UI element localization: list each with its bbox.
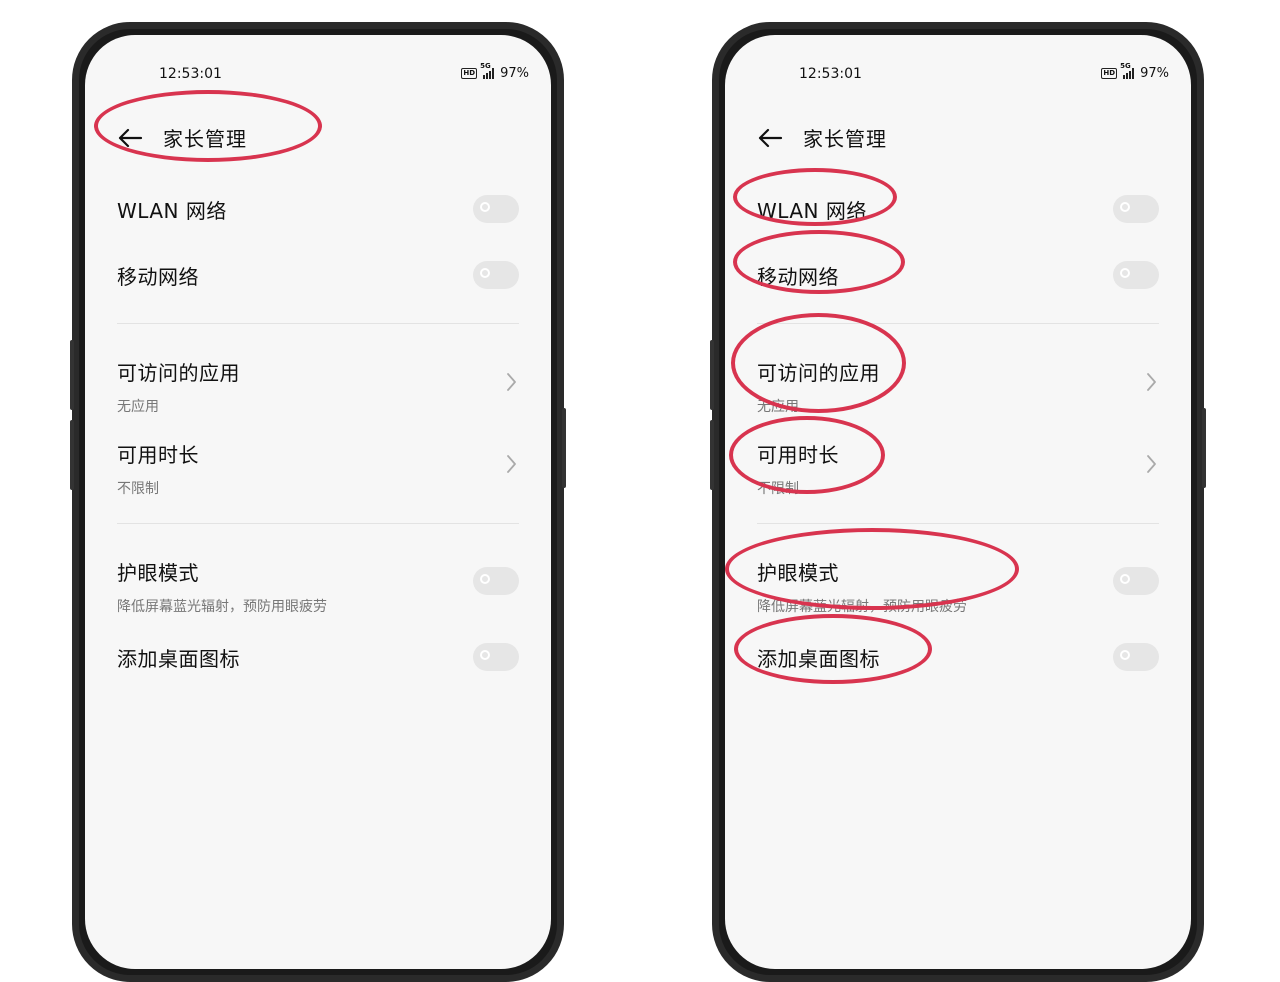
battery-level: 97% (500, 66, 529, 81)
status-bar: 12:53:01 HD 5G 97% (85, 62, 551, 87)
mobile-network-row[interactable]: 移动网络 (117, 261, 519, 290)
accessible-apps-row[interactable]: 可访问的应用 无应用 (117, 357, 519, 416)
page-title: 家长管理 (163, 127, 247, 151)
desktop-icon-row[interactable]: 添加桌面图标 (117, 643, 519, 672)
accessible-apps-label: 可访问的应用 (757, 361, 880, 385)
desktop-icon-label: 添加桌面图标 (757, 647, 880, 671)
time-limit-value: 不限制 (757, 481, 799, 497)
status-time: 12:53:01 (159, 66, 222, 82)
desktop-icon-row[interactable]: 添加桌面图标 (757, 643, 1159, 672)
hd-icon: HD (1101, 68, 1118, 79)
wlan-row[interactable]: WLAN 网络 (757, 195, 1159, 224)
phone-screen: 12:53:01 HD 5G 97% 家长管理 WLAN 网络 移动网络 可访问… (85, 35, 551, 969)
page-header: 家长管理 (757, 123, 887, 152)
eye-care-row[interactable]: 护眼模式 降低屏幕蓝光辐射，预防用眼疲劳 (757, 557, 1159, 616)
mobile-network-label: 移动网络 (117, 265, 199, 289)
hd-icon: HD (461, 68, 478, 79)
time-limit-label: 可用时长 (757, 443, 839, 467)
chevron-right-icon[interactable] (503, 372, 519, 392)
volume-button (70, 340, 74, 410)
signal-icon: 5G (480, 62, 495, 79)
volume-button (710, 420, 714, 490)
accessible-apps-row[interactable]: 可访问的应用 无应用 (757, 357, 1159, 416)
chevron-right-icon[interactable] (503, 454, 519, 474)
page-title: 家长管理 (803, 127, 887, 151)
mobile-network-toggle[interactable] (1113, 261, 1159, 289)
status-bar: 12:53:01 HD 5G 97% (725, 62, 1191, 87)
status-icons: HD 5G 97% (461, 62, 529, 81)
desktop-icon-toggle[interactable] (473, 643, 519, 671)
time-limit-row[interactable]: 可用时长 不限制 (117, 439, 519, 498)
volume-button (70, 420, 74, 490)
phone-frame-left: 12:53:01 HD 5G 97% 家长管理 WLAN 网络 移动网络 可访问… (72, 22, 564, 982)
phone-screen: 12:53:01 HD 5G 97% 家长管理 WLAN 网络 移动网络 可访问… (725, 35, 1191, 969)
page-header: 家长管理 (117, 123, 247, 152)
eye-care-toggle[interactable] (1113, 567, 1159, 595)
mobile-network-toggle[interactable] (473, 261, 519, 289)
wlan-toggle[interactable] (1113, 195, 1159, 223)
eye-care-description: 降低屏幕蓝光辐射，预防用眼疲劳 (757, 599, 967, 615)
section-divider (117, 523, 519, 524)
status-time: 12:53:01 (799, 66, 862, 82)
status-icons: HD 5G 97% (1101, 62, 1169, 81)
wlan-label: WLAN 网络 (117, 199, 227, 223)
eye-care-description: 降低屏幕蓝光辐射，预防用眼疲劳 (117, 599, 327, 615)
volume-button (710, 340, 714, 410)
arrow-left-icon[interactable] (757, 125, 783, 151)
wlan-label: WLAN 网络 (757, 199, 867, 223)
time-limit-label: 可用时长 (117, 443, 199, 467)
section-divider (757, 323, 1159, 324)
chevron-right-icon[interactable] (1143, 454, 1159, 474)
chevron-right-icon[interactable] (1143, 372, 1159, 392)
accessible-apps-label: 可访问的应用 (117, 361, 240, 385)
accessible-apps-value: 无应用 (757, 399, 799, 415)
section-divider (757, 523, 1159, 524)
accessible-apps-value: 无应用 (117, 399, 159, 415)
desktop-icon-toggle[interactable] (1113, 643, 1159, 671)
wlan-toggle[interactable] (473, 195, 519, 223)
mobile-network-row[interactable]: 移动网络 (757, 261, 1159, 290)
phone-frame-right: 12:53:01 HD 5G 97% 家长管理 WLAN 网络 移动网络 可访问… (712, 22, 1204, 982)
network-type-label: 5G (1120, 62, 1131, 70)
mobile-network-label: 移动网络 (757, 265, 839, 289)
eye-care-label: 护眼模式 (117, 561, 199, 585)
signal-icon: 5G (1120, 62, 1135, 79)
wlan-row[interactable]: WLAN 网络 (117, 195, 519, 224)
eye-care-label: 护眼模式 (757, 561, 839, 585)
section-divider (117, 323, 519, 324)
eye-care-row[interactable]: 护眼模式 降低屏幕蓝光辐射，预防用眼疲劳 (117, 557, 519, 616)
battery-level: 97% (1140, 66, 1169, 81)
power-button (562, 408, 566, 488)
eye-care-toggle[interactable] (473, 567, 519, 595)
power-button (1202, 408, 1206, 488)
desktop-icon-label: 添加桌面图标 (117, 647, 240, 671)
time-limit-value: 不限制 (117, 481, 159, 497)
time-limit-row[interactable]: 可用时长 不限制 (757, 439, 1159, 498)
arrow-left-icon[interactable] (117, 125, 143, 151)
network-type-label: 5G (480, 62, 491, 70)
